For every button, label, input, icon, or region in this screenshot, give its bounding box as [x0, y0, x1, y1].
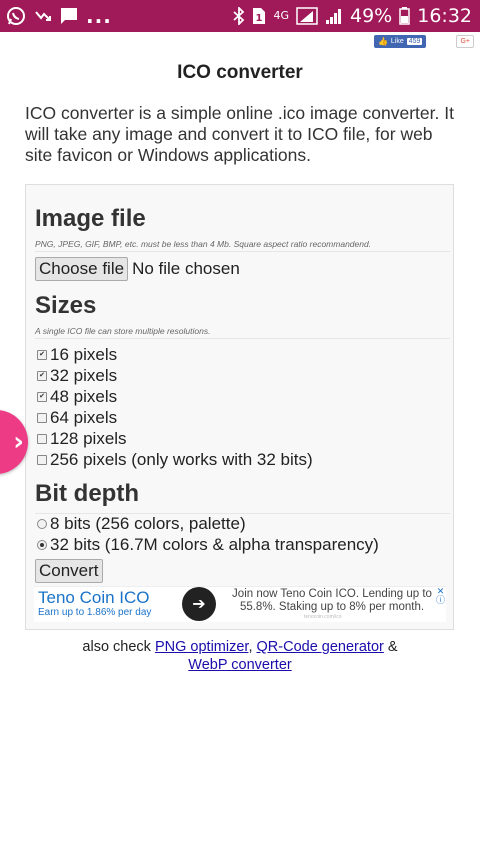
fb-like-label: Like — [390, 38, 404, 45]
size-option[interactable]: ✔ 48 pixels — [37, 386, 117, 407]
intro-text: ICO converter is a simple online .ico im… — [25, 103, 454, 165]
ad-domain: tenocoin.com/ico — [304, 614, 342, 620]
bit-depth-label: 8 bits (256 colors, palette) — [50, 513, 246, 533]
checkbox-checked[interactable]: ✔ — [37, 349, 47, 360]
size-option-label: 32 pixels — [50, 365, 118, 385]
choose-file-button[interactable]: Choose file — [35, 257, 129, 281]
side-panel-toggle[interactable]: › — [0, 410, 28, 474]
size-option-label: 256 pixels (only works with 32 bits) — [50, 449, 313, 469]
footer-amp: & — [387, 639, 398, 655]
converter-form: Image file PNG, JPEG, GIF, BMP, etc. mus… — [25, 184, 454, 630]
chevron-right-icon: › — [13, 427, 24, 457]
ad-text: Join now Teno Coin ICO. Lending up to 55… — [232, 588, 432, 613]
ad-banner[interactable]: Teno Coin ICO Earn up to 1.86% per day ➔… — [34, 586, 446, 622]
divider — [35, 251, 450, 252]
checkbox-unchecked[interactable] — [37, 433, 47, 444]
size-option[interactable]: 128 pixels — [37, 428, 127, 449]
bit-depth-heading: Bit depth — [35, 480, 139, 507]
image-file-hint: PNG, JPEG, GIF, BMP, etc. must be less t… — [35, 239, 372, 249]
checkbox-unchecked[interactable] — [37, 412, 47, 423]
ad-title[interactable]: Teno Coin ICO — [38, 588, 150, 608]
checkbox-unchecked[interactable] — [37, 454, 47, 465]
size-option[interactable]: 64 pixels — [37, 407, 117, 428]
qr-code-generator-link[interactable]: QR-Code generator — [257, 639, 384, 655]
image-file-heading: Image file — [35, 205, 146, 232]
size-option[interactable]: ✔ 16 pixels — [37, 344, 117, 365]
signal-bars-icon — [325, 8, 343, 24]
png-optimizer-link[interactable]: PNG optimizer — [155, 639, 248, 655]
battery-percent: 49% — [350, 5, 393, 27]
checkbox-checked[interactable]: ✔ — [37, 370, 47, 381]
system-status: 1 4G 49% 16:32 — [233, 5, 480, 27]
size-option[interactable]: 256 pixels (only works with 32 bits) — [37, 449, 313, 470]
size-option-label: 64 pixels — [50, 407, 118, 427]
size-option-label: 48 pixels — [50, 386, 118, 406]
webp-converter-link[interactable]: WebP converter — [188, 657, 291, 673]
size-option-label: 128 pixels — [50, 428, 127, 448]
sim-icon: 1 — [252, 7, 266, 25]
svg-text:1: 1 — [256, 13, 263, 24]
footer-links: also check PNG optimizer, QR-Code genera… — [82, 639, 398, 673]
social-buttons: 👍 Like 459 G+ — [373, 35, 474, 48]
facebook-like-button[interactable]: 👍 Like 459 — [373, 35, 427, 48]
sizes-hint: A single ICO file can store multiple res… — [35, 326, 211, 336]
bit-depth-option[interactable]: 32 bits (16.7M colors & alpha transparen… — [37, 534, 379, 555]
more-notifications: ... — [86, 4, 112, 28]
size-option-label: 16 pixels — [50, 344, 118, 364]
message-icon — [60, 7, 78, 25]
bluetooth-icon — [233, 7, 245, 25]
battery-icon — [399, 7, 410, 25]
footer-prefix: also check — [82, 639, 151, 655]
divider — [35, 338, 450, 339]
missed-call-icon — [34, 8, 52, 24]
bit-depth-label: 32 bits (16.7M colors & alpha transparen… — [50, 534, 379, 554]
whatsapp-icon — [6, 6, 26, 26]
ad-close-icon[interactable]: ✕ ⓘ — [436, 587, 445, 605]
file-input: Choose file No file chosen — [35, 257, 240, 281]
arrow-right-icon[interactable]: ➔ — [182, 587, 216, 621]
notification-icons: ... — [0, 4, 112, 28]
page-title: ICO converter — [177, 62, 303, 83]
ad-subtitle: Earn up to 1.86% per day — [38, 607, 152, 618]
bit-depth-option[interactable]: 8 bits (256 colors, palette) — [37, 513, 246, 534]
signal-icon — [296, 7, 318, 25]
google-plus-button[interactable]: G+ — [456, 35, 474, 48]
convert-button[interactable]: Convert — [35, 559, 103, 583]
radio-unselected[interactable] — [37, 518, 47, 529]
checkbox-checked[interactable]: ✔ — [37, 391, 47, 402]
fb-like-count: 459 — [406, 38, 423, 45]
size-option[interactable]: ✔ 32 pixels — [37, 365, 117, 386]
thumbs-up-icon: 👍 — [377, 37, 388, 46]
clock: 16:32 — [417, 5, 472, 27]
sizes-heading: Sizes — [35, 292, 97, 319]
status-bar: ... 1 4G 49% 16:32 — [0, 0, 480, 32]
file-status: No file chosen — [132, 259, 240, 278]
radio-selected[interactable] — [37, 539, 47, 550]
network-type: 4G — [273, 9, 289, 22]
